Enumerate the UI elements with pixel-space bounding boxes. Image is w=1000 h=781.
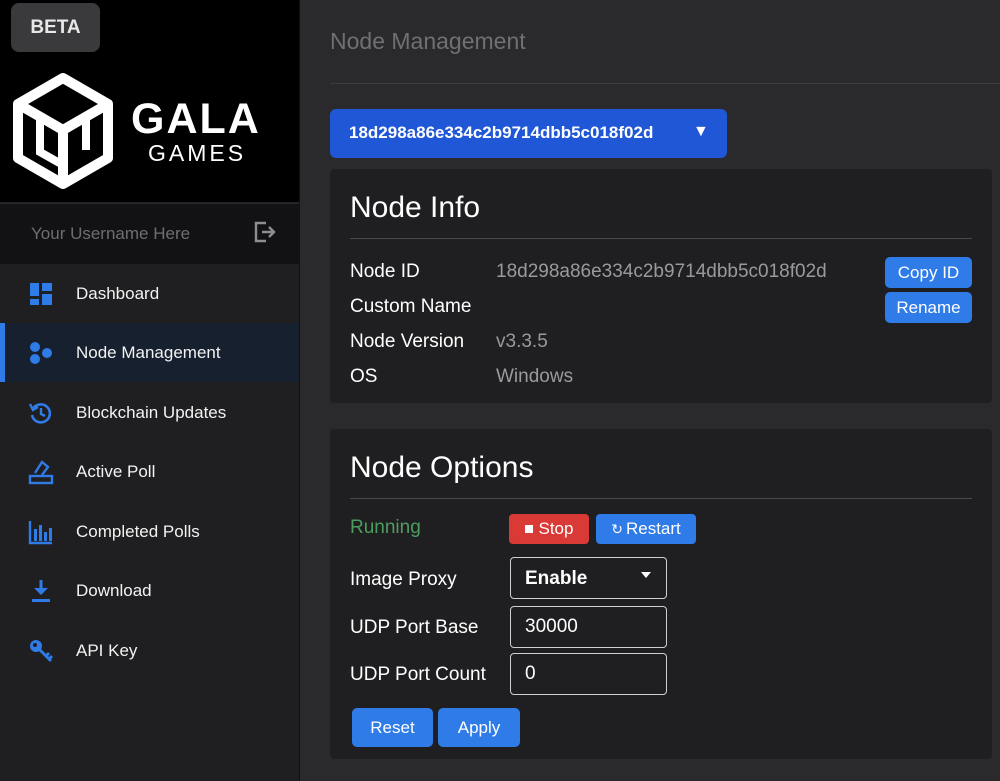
page-title: Node Management <box>330 28 526 54</box>
stop-button-label: Stop <box>538 519 574 538</box>
sidebar-item-label: Blockchain Updates <box>76 402 227 422</box>
sidebar-item-label: Download <box>76 580 152 600</box>
sidebar-item-blockchain-updates[interactable]: Blockchain Updates <box>0 383 299 442</box>
stop-button[interactable]: Stop <box>509 514 589 544</box>
reset-button[interactable]: Reset <box>352 708 433 747</box>
brand-header: BETA GALA GAMES <box>0 0 299 202</box>
caret-down-icon <box>641 572 651 578</box>
node-version-label: Node Version <box>350 331 465 352</box>
sidebar-item-completed-polls[interactable]: Completed Polls <box>0 502 299 561</box>
restart-button[interactable]: ↻ Restart <box>596 514 696 544</box>
card-divider <box>350 238 972 239</box>
blockchain-updates-icon <box>28 403 52 424</box>
sidebar-item-label: Active Poll <box>76 461 156 481</box>
node-selector-value: 18d298a86e334c2b9714dbb5c018f02d <box>349 123 654 142</box>
rename-button[interactable]: Rename <box>885 292 972 323</box>
api-key-icon <box>30 640 54 663</box>
sidebar-item-label: Dashboard <box>76 283 160 303</box>
udp-port-count-input[interactable] <box>510 653 667 695</box>
username-label: Your Username Here <box>31 224 191 243</box>
custom-name-label: Custom Name <box>350 296 472 317</box>
image-proxy-value: Enable <box>525 568 588 589</box>
node-status: Running <box>350 517 421 538</box>
sidebar-item-label: API Key <box>76 640 138 660</box>
sidebar-item-label: Node Management <box>76 342 221 362</box>
node-info-title: Node Info <box>350 191 481 224</box>
node-management-icon <box>30 342 52 364</box>
brand-name: GALA <box>131 95 261 143</box>
dashboard-icon <box>30 283 52 305</box>
node-selector-dropdown[interactable]: 18d298a86e334c2b9714dbb5c018f02d ▼ <box>330 109 727 158</box>
sidebar-item-active-poll[interactable]: Active Poll <box>0 442 299 501</box>
image-proxy-label: Image Proxy <box>350 569 457 590</box>
stop-icon <box>524 525 533 533</box>
active-poll-icon <box>28 460 54 485</box>
os-label: OS <box>350 366 378 387</box>
udp-port-base-input[interactable] <box>510 606 667 648</box>
node-version-value: v3.3.5 <box>496 331 548 352</box>
title-divider <box>330 83 1000 84</box>
sidebar-item-download[interactable]: Download <box>0 561 299 620</box>
node-options-card: Node Options Running Stop ↻ Restart Imag… <box>330 429 992 759</box>
restart-icon: ↻ <box>611 520 623 537</box>
download-icon <box>32 580 50 602</box>
node-id-value: 18d298a86e334c2b9714dbb5c018f02d <box>496 261 827 282</box>
gala-logo-icon <box>13 73 113 189</box>
logout-icon[interactable] <box>251 219 277 245</box>
node-info-card: Node Info Node ID 18d298a86e334c2b9714db… <box>330 169 992 403</box>
sidebar-item-node-management[interactable]: Node Management <box>0 323 299 382</box>
brand-subtitle: GAMES <box>148 140 247 166</box>
sidebar-item-label: Completed Polls <box>76 521 200 541</box>
node-options-title: Node Options <box>350 451 534 484</box>
copy-id-button[interactable]: Copy ID <box>885 257 972 288</box>
completed-polls-icon <box>28 521 52 545</box>
card-divider <box>350 498 972 499</box>
node-id-label: Node ID <box>350 261 420 282</box>
os-value: Windows <box>496 366 574 387</box>
sidebar-item-dashboard[interactable]: Dashboard <box>0 264 299 323</box>
beta-badge: BETA <box>11 3 100 52</box>
image-proxy-select[interactable]: Enable <box>510 557 667 599</box>
udp-port-count-label: UDP Port Count <box>350 664 486 685</box>
restart-button-label: Restart <box>625 519 681 538</box>
udp-port-base-label: UDP Port Base <box>350 617 479 638</box>
sidebar-item-api-key[interactable]: API Key <box>0 621 299 680</box>
caret-down-icon: ▼ <box>693 123 709 140</box>
apply-button[interactable]: Apply <box>438 708 520 747</box>
sidebar: BETA GALA GAMES Your Username Here Dashb… <box>0 0 300 781</box>
